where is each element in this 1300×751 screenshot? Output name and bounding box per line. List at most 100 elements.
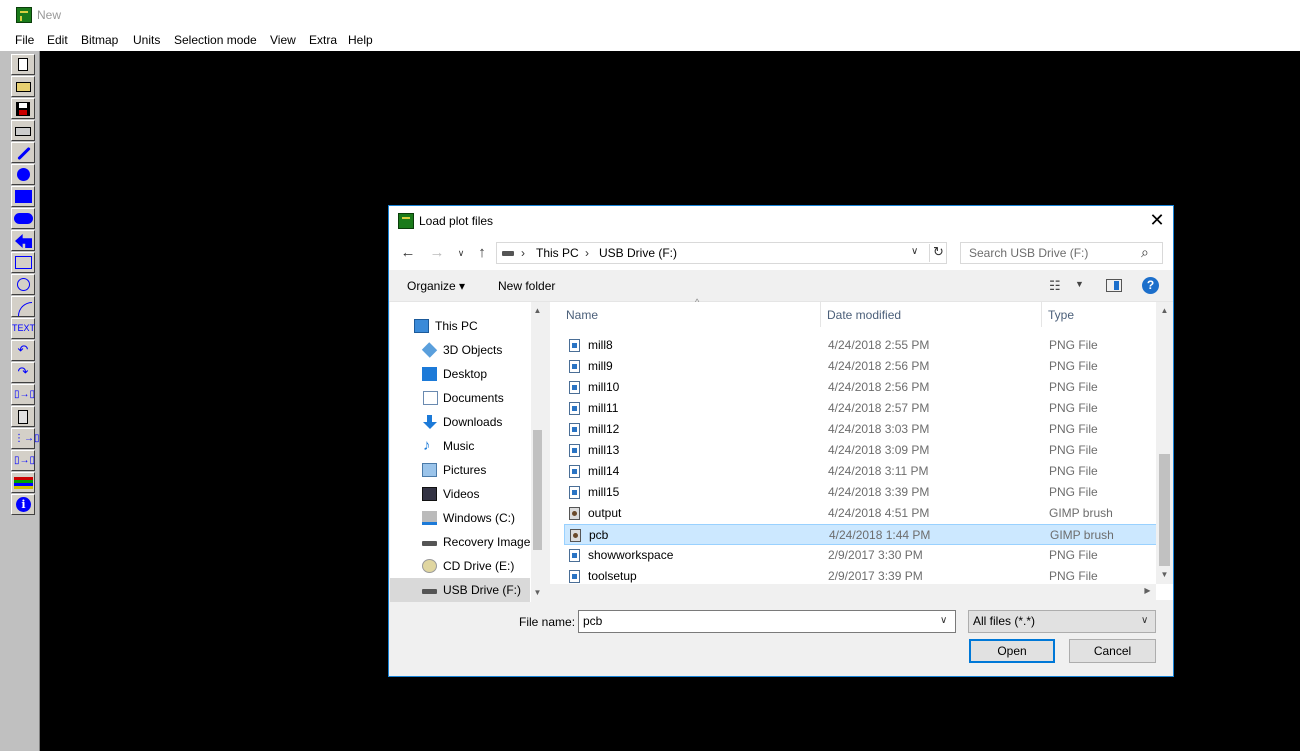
close-button[interactable]: ✕	[1145, 210, 1169, 232]
breadcrumb-this-pc[interactable]: This PC	[536, 246, 579, 260]
search-input[interactable]: Search USB Drive (F:) ⌕	[960, 242, 1163, 264]
preview-pane-icon[interactable]	[1106, 279, 1122, 292]
back-button[interactable]: ←	[398, 243, 418, 263]
help-icon[interactable]: ?	[1142, 277, 1159, 294]
nav-item-videos[interactable]: Videos	[390, 482, 530, 506]
menu-units[interactable]: Units	[133, 33, 160, 47]
draw-polygon-button[interactable]	[11, 230, 35, 251]
nav-item-recovery-image[interactable]: Recovery Image	[390, 530, 530, 554]
file-list-vertical-scrollbar[interactable]: ▲ ▼	[1156, 302, 1173, 584]
file-row[interactable]: mill13 4/24/2018 3:09 PM PNG File	[564, 440, 1157, 461]
file-row-selected[interactable]: pcb 4/24/2018 1:44 PM GIMP brush	[564, 524, 1157, 545]
menu-selection-mode[interactable]: Selection mode	[174, 33, 257, 47]
scroll-right-icon[interactable]: ▶	[1142, 586, 1153, 595]
recent-locations-button[interactable]: ∨	[451, 243, 471, 263]
file-date: 2/9/2017 3:30 PM	[828, 548, 923, 562]
png-file-icon	[569, 402, 580, 415]
search-icon: ⌕	[1141, 244, 1149, 260]
file-row[interactable]: mill11 4/24/2018 2:57 PM PNG File	[564, 398, 1157, 419]
column-header-date[interactable]: Date modified	[821, 302, 1042, 327]
file-row[interactable]: mill9 4/24/2018 2:56 PM PNG File	[564, 356, 1157, 377]
layers-button[interactable]	[11, 472, 35, 493]
file-type: GIMP brush	[1050, 528, 1114, 542]
file-list-horizontal-scrollbar[interactable]: ▶	[550, 584, 1156, 600]
nav-item-usb-drive[interactable]: USB Drive (F:)	[390, 578, 530, 602]
refresh-icon[interactable]: ↻	[929, 244, 947, 262]
nav-item-3d-objects[interactable]: 3D Objects	[390, 338, 530, 362]
view-options-icon[interactable]: ☷	[1049, 278, 1061, 294]
scroll-up-icon[interactable]: ▲	[532, 306, 543, 315]
draw-line-button[interactable]	[11, 142, 35, 163]
draw-filled-circle-button[interactable]	[11, 164, 35, 185]
menu-help[interactable]: Help	[348, 33, 373, 47]
nav-item-music[interactable]: ♪ Music	[390, 434, 530, 458]
file-row[interactable]: output 4/24/2018 4:51 PM GIMP brush	[564, 503, 1157, 524]
column-header-name[interactable]: Name ^	[560, 297, 821, 327]
text-tool-button[interactable]: TEXT	[11, 318, 35, 339]
undo-button[interactable]: ↶	[11, 340, 35, 361]
navigation-pane: This PC 3D Objects Desktop Documents Dow…	[390, 302, 544, 602]
file-row[interactable]: showworkspace 2/9/2017 3:30 PM PNG File	[564, 545, 1157, 566]
duplicate-button[interactable]: ▯→▯	[11, 450, 35, 471]
organize-button[interactable]: Organize ▾	[407, 279, 465, 293]
save-file-button[interactable]	[11, 98, 35, 119]
file-type: PNG File	[1049, 485, 1098, 499]
file-row[interactable]: mill10 4/24/2018 2:56 PM PNG File	[564, 377, 1157, 398]
print-button[interactable]	[11, 120, 35, 141]
nav-item-documents[interactable]: Documents	[390, 386, 530, 410]
draw-arc-button[interactable]	[11, 296, 35, 317]
file-date: 4/24/2018 3:09 PM	[828, 443, 930, 457]
draw-filled-rect-button[interactable]	[11, 186, 35, 207]
nav-item-cd-drive[interactable]: CD Drive (E:)	[390, 554, 530, 578]
nav-item-this-pc[interactable]: This PC	[390, 314, 530, 338]
nav-item-downloads[interactable]: Downloads	[390, 410, 530, 434]
menu-bitmap[interactable]: Bitmap	[81, 33, 118, 47]
move-button[interactable]: ▯→▯	[11, 384, 35, 405]
draw-circle-outline-button[interactable]	[11, 274, 35, 295]
scroll-up-icon[interactable]: ▲	[1159, 306, 1170, 315]
column-header-type[interactable]: Type	[1042, 302, 1156, 327]
cancel-button[interactable]: Cancel	[1069, 639, 1156, 663]
file-date: 4/24/2018 3:39 PM	[828, 485, 930, 499]
scroll-down-icon[interactable]: ▼	[532, 588, 543, 597]
info-button[interactable]: i	[11, 494, 35, 515]
delete-button[interactable]	[11, 406, 35, 427]
nav-item-pictures[interactable]: Pictures	[390, 458, 530, 482]
undo-icon: ↶	[17, 342, 29, 357]
forward-button[interactable]: →	[427, 243, 447, 263]
address-dropdown-icon[interactable]: ∨	[911, 246, 918, 257]
scroll-down-icon[interactable]: ▼	[1159, 570, 1170, 579]
nav-pane-scrollbar[interactable]: ▲ ▼	[531, 302, 544, 602]
file-name-dropdown-icon[interactable]: ∨	[940, 615, 947, 626]
nav-item-windows-c[interactable]: Windows (C:)	[390, 506, 530, 530]
computer-icon	[414, 319, 429, 333]
file-row[interactable]: mill8 4/24/2018 2:55 PM PNG File	[564, 335, 1157, 356]
up-button[interactable]: ↑	[472, 243, 492, 263]
open-button[interactable]: Open	[969, 639, 1055, 663]
menu-extra[interactable]: Extra	[309, 33, 337, 47]
new-file-button[interactable]	[11, 54, 35, 75]
menu-edit[interactable]: Edit	[47, 33, 68, 47]
file-row[interactable]: mill12 4/24/2018 3:03 PM PNG File	[564, 419, 1157, 440]
file-row[interactable]: mill15 4/24/2018 3:39 PM PNG File	[564, 482, 1157, 503]
file-name: mill12	[588, 422, 620, 436]
file-type-dropdown-icon[interactable]: ∨	[1141, 615, 1148, 626]
address-bar[interactable]: › This PC › USB Drive (F:) ∨ ↻	[496, 242, 947, 264]
draw-rect-outline-button[interactable]	[11, 252, 35, 273]
view-dropdown-icon[interactable]: ▼	[1075, 279, 1084, 289]
menu-view[interactable]: View	[270, 33, 296, 47]
new-folder-button[interactable]: New folder	[498, 279, 555, 293]
scrollbar-thumb[interactable]	[533, 430, 542, 550]
menu-file[interactable]: File	[15, 33, 34, 47]
breadcrumb-usb-drive[interactable]: USB Drive (F:)	[599, 246, 677, 260]
file-row[interactable]: mill14 4/24/2018 3:11 PM PNG File	[564, 461, 1157, 482]
draw-filled-rounded-rect-button[interactable]	[11, 208, 35, 229]
file-name-input[interactable]: pcb	[578, 610, 956, 633]
scrollbar-thumb[interactable]	[1159, 454, 1170, 566]
redo-button[interactable]: ↷	[11, 362, 35, 383]
copy-move-button[interactable]: ⋮→▯	[11, 428, 40, 449]
nav-item-desktop[interactable]: Desktop	[390, 362, 530, 386]
open-file-button[interactable]	[11, 76, 35, 97]
file-type: PNG File	[1049, 380, 1098, 394]
file-type-select[interactable]: All files (*.*)	[968, 610, 1156, 633]
